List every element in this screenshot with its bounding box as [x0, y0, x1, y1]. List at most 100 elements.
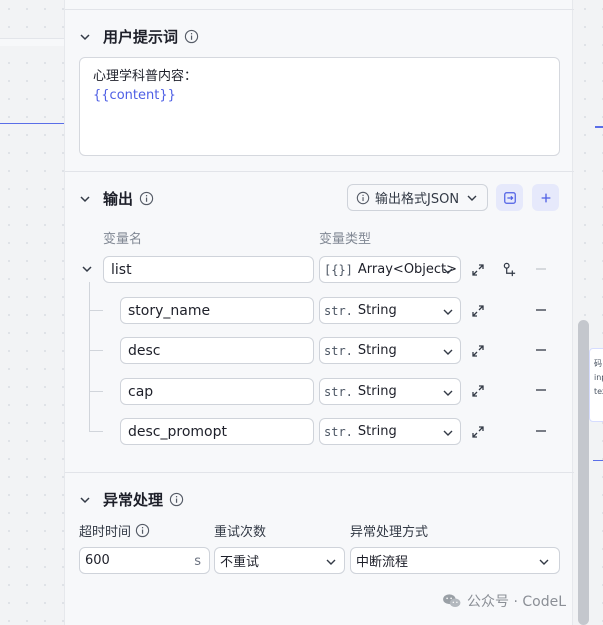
variable-name: desc_promopt	[128, 423, 227, 440]
minus-icon[interactable]	[535, 425, 547, 437]
expand-icon[interactable]	[471, 425, 485, 439]
chevron-down-icon	[443, 268, 453, 274]
minus-icon	[536, 268, 546, 270]
timeout-label-text: 超时时间	[79, 525, 132, 540]
node-text: inp	[594, 373, 603, 382]
exception-method-value: 中断流程	[356, 555, 409, 570]
variable-name: list	[111, 261, 132, 278]
tree-connector	[89, 310, 103, 311]
output-section-header[interactable]: 输出	[79, 188, 154, 209]
variable-name-input[interactable]: story_name	[120, 297, 314, 324]
info-icon[interactable]	[169, 492, 184, 507]
variable-name-input[interactable]: list	[103, 256, 314, 283]
variable-name-input[interactable]: desc	[120, 337, 314, 364]
prompt-text: 心理学科普内容：	[93, 69, 198, 84]
canvas-node-right[interactable]: 码 inp tex	[589, 348, 603, 422]
chevron-down-icon	[326, 559, 336, 565]
output-format-button[interactable]: 输出格式JSON	[347, 184, 488, 211]
add-child-icon[interactable]	[502, 262, 517, 277]
timeout-value: 600	[85, 553, 110, 568]
timeout-label: 超时时间	[79, 521, 150, 540]
prompt-variable: {{content}}	[93, 88, 176, 103]
string-type-icon: str.	[324, 343, 353, 358]
watermark: 公众号 · CodeL	[442, 591, 566, 611]
variable-type-select[interactable]: str. String	[319, 418, 461, 445]
variable-type-select[interactable]: [{}] Array<Object>	[319, 256, 461, 283]
tree-connector	[89, 350, 103, 351]
tree-connector	[89, 282, 90, 432]
info-icon[interactable]	[135, 523, 150, 538]
chevron-down-icon	[443, 309, 453, 315]
array-object-type-icon: [{}]	[324, 262, 353, 277]
connection-line-left	[0, 123, 64, 124]
chevron-down-icon	[467, 195, 477, 201]
chevron-down-icon	[443, 349, 453, 355]
import-icon	[503, 191, 516, 204]
expand-icon[interactable]	[471, 384, 485, 398]
expand-icon[interactable]	[471, 304, 485, 318]
connection-line-right	[593, 460, 603, 461]
variable-type-select[interactable]: str. String	[319, 337, 461, 364]
minus-icon[interactable]	[535, 384, 547, 396]
variable-type: String	[357, 424, 397, 439]
string-type-icon: str.	[324, 303, 353, 318]
retry-label: 重试次数	[214, 525, 267, 540]
exception-section-header[interactable]: 异常处理	[79, 489, 184, 510]
variable-name: desc	[128, 342, 161, 359]
chevron-down-icon	[443, 390, 453, 396]
column-header-type: 变量类型	[319, 232, 372, 247]
variable-name: story_name	[128, 302, 211, 319]
variable-type: String	[357, 384, 397, 399]
chevron-down-icon[interactable]	[81, 263, 93, 275]
timeout-input[interactable]: 600 s	[79, 547, 210, 574]
variable-name: cap	[128, 383, 154, 400]
string-type-icon: str.	[324, 424, 353, 439]
prompt-editor[interactable]: 心理学科普内容： {{content}}	[79, 57, 560, 156]
timeout-unit: s	[194, 554, 201, 569]
column-header-name: 变量名	[103, 232, 143, 247]
output-format-label: 输出格式JSON	[375, 192, 460, 207]
info-icon	[356, 191, 370, 204]
minus-icon[interactable]	[535, 304, 547, 316]
divider	[65, 9, 574, 10]
variable-name-input[interactable]: cap	[120, 378, 314, 405]
variable-name-input[interactable]: desc_promopt	[120, 418, 314, 445]
expand-icon[interactable]	[471, 344, 485, 358]
minus-icon[interactable]	[535, 344, 547, 356]
string-type-icon: str.	[324, 384, 353, 399]
chevron-down-icon[interactable]	[79, 193, 91, 205]
scrollbar-thumb[interactable]	[578, 320, 589, 625]
tree-connector	[89, 431, 103, 432]
chevron-down-icon	[539, 559, 549, 565]
node-text: tex	[594, 387, 603, 396]
import-button[interactable]	[496, 184, 523, 211]
info-icon[interactable]	[184, 29, 199, 44]
variable-type-select[interactable]: str. String	[319, 378, 461, 405]
retry-select[interactable]: 不重试	[214, 547, 345, 574]
retry-value: 不重试	[220, 555, 260, 570]
variable-type: String	[357, 303, 397, 318]
chevron-down-icon[interactable]	[79, 494, 91, 506]
expand-icon[interactable]	[471, 263, 485, 277]
wechat-icon	[443, 594, 461, 608]
variable-type-select[interactable]: str. String	[319, 297, 461, 324]
section-title: 用户提示词	[103, 28, 179, 46]
connection-line-right-top	[595, 126, 603, 128]
node-text: 码	[594, 359, 602, 368]
exception-method-label: 异常处理方式	[350, 525, 429, 540]
plus-icon	[541, 193, 550, 202]
divider	[65, 171, 574, 172]
divider	[65, 472, 574, 473]
prompt-section-header[interactable]: 用户提示词	[79, 26, 199, 47]
watermark-text: 公众号 · CodeL	[467, 594, 566, 610]
add-variable-button[interactable]	[532, 184, 559, 211]
section-title: 输出	[103, 190, 134, 208]
chevron-down-icon[interactable]	[79, 31, 91, 43]
tree-connector	[89, 391, 103, 392]
chevron-down-icon	[443, 430, 453, 436]
info-icon[interactable]	[139, 191, 154, 206]
exception-method-select[interactable]: 中断流程	[350, 547, 560, 574]
node-config-panel: 用户提示词 心理学科普内容： {{content}} 输出 输出格式JSON 变…	[64, 0, 574, 625]
canvas-node-left	[0, 38, 64, 46]
section-title: 异常处理	[103, 491, 164, 509]
